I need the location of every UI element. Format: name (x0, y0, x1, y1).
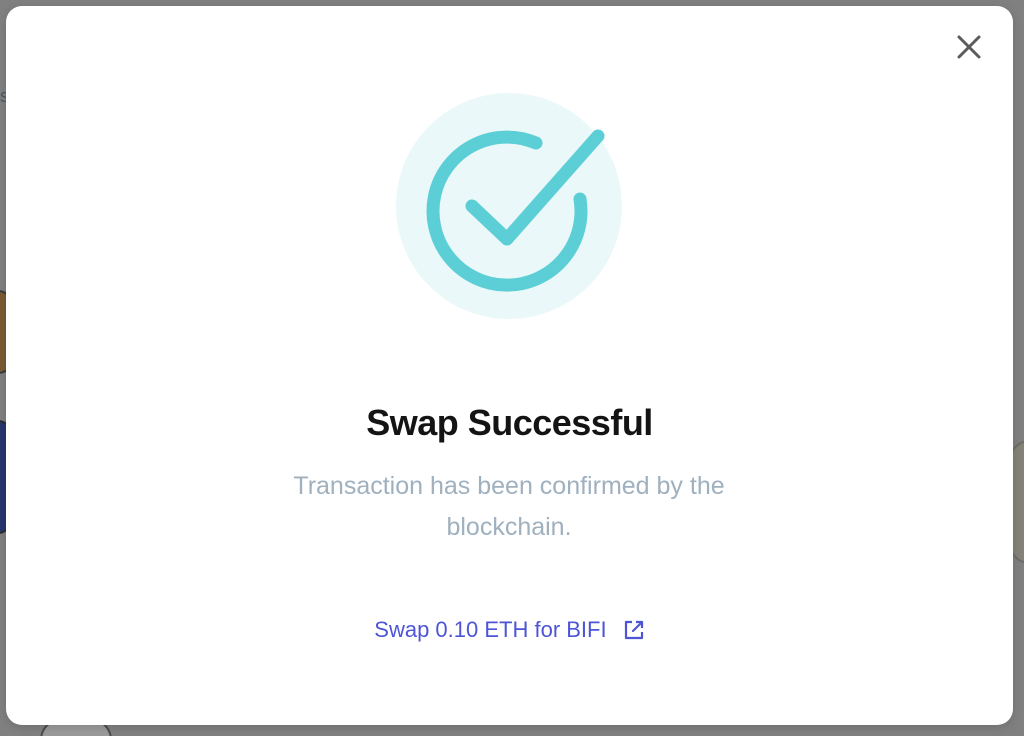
close-button[interactable] (954, 32, 984, 62)
close-icon (957, 35, 981, 59)
modal-message: Transaction has been confirmed by the bl… (293, 472, 725, 541)
modal-title: Swap Successful (366, 402, 653, 443)
view-transaction-link[interactable]: Swap 0.10 ETH for BIFI (6, 616, 1013, 643)
success-icon-container (396, 93, 622, 319)
check-circle-icon (426, 129, 605, 292)
link-label: Swap 0.10 ETH for BIFI (374, 617, 607, 643)
swap-success-modal: Swap Successful Transaction has been con… (6, 6, 1013, 725)
external-link-icon (624, 621, 643, 640)
